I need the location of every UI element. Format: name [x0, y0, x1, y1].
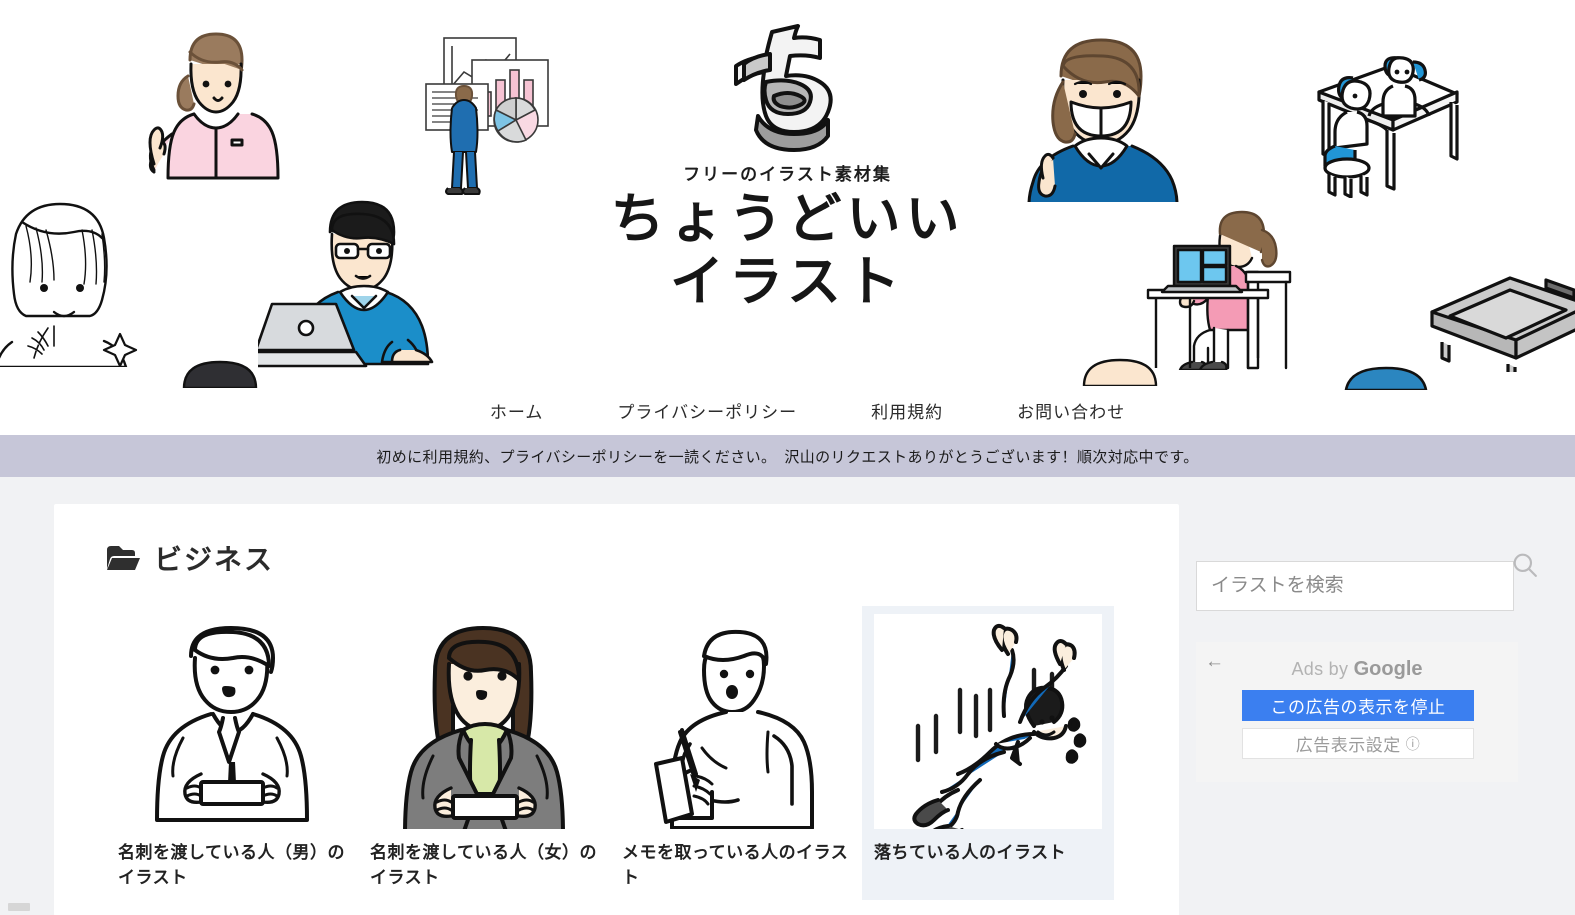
google-ad-overlay: ← Ads by Google この広告の表示を停止 広告表示設定 ⓘ	[1196, 642, 1518, 782]
illustration-thumbnail	[118, 614, 346, 829]
folder-open-icon	[107, 546, 140, 570]
illustration-thumbnail	[370, 614, 598, 829]
illustration-man-laptop	[258, 200, 434, 368]
art-businessman-business-card	[155, 626, 309, 822]
category-heading: ビジネス	[106, 538, 1137, 578]
nav-privacy-policy[interactable]: プライバシーポリシー	[617, 398, 797, 423]
main-navigation: ホーム プライバシーポリシー 利用規約 お問い合わせ	[0, 398, 1575, 423]
illustration-scanner-device	[1430, 276, 1575, 372]
notice-text: 初めに利用規約、プライバシーポリシーを一読ください。 沢山のリクエストありがとう…	[376, 448, 1199, 466]
ads-by-google-label: Ads by Google	[1196, 658, 1518, 681]
google-brand-text: Google	[1353, 658, 1423, 680]
illustration-data-presentation	[425, 37, 549, 195]
art-businesswoman-business-card	[403, 626, 565, 829]
illustration-caption: メモを取っている人のイラスト	[622, 843, 849, 887]
illustration-partial-bottom-shapes-2	[1082, 358, 1158, 386]
page-body: ビジネス 名刺を渡している人（男）のイラスト 名刺を渡している人（女）のイラスト…	[0, 477, 1575, 915]
illustration-caption: 落ちている人のイラスト	[874, 843, 1067, 862]
illustration-tile[interactable]: メモを取っている人のイラスト	[610, 606, 862, 900]
illustration-thumbnail	[622, 614, 850, 829]
ads-by-text: Ads by	[1291, 659, 1349, 679]
nav-terms[interactable]: 利用規約	[871, 398, 943, 423]
illustration-tile[interactable]: 名刺を渡している人（女）のイラスト	[358, 606, 610, 900]
illustration-partial-bottom-shapes-3	[1344, 366, 1428, 390]
site-header: フリーのイラスト素材集 ちょうどいい イラスト ホーム プライバシーポリシー 利…	[0, 0, 1575, 435]
nav-home[interactable]: ホーム	[490, 398, 544, 423]
stop-showing-ad-button[interactable]: この広告の表示を停止	[1242, 690, 1474, 721]
illustration-tile[interactable]: 落ちている人のイラスト	[862, 606, 1114, 901]
header-illustration-collage	[0, 0, 1575, 435]
notice-bar: 初めに利用規約、プライバシーポリシーを一読ください。 沢山のリクエストありがとう…	[0, 435, 1575, 477]
illustration-caption: 名刺を渡している人（女）のイラスト	[370, 843, 597, 887]
illustration-partial-bottom-shapes	[182, 360, 258, 388]
ad-settings-label: 広告表示設定	[1295, 736, 1401, 755]
illustration-tile[interactable]: 名刺を渡している人（男）のイラスト	[106, 606, 358, 900]
illustration-nurse-pointing	[148, 32, 280, 180]
illustration-grid: 名刺を渡している人（男）のイラスト 名刺を渡している人（女）のイラスト メモを取…	[106, 606, 1137, 901]
scroll-indicator[interactable]	[8, 903, 30, 911]
search-icon[interactable]	[1512, 552, 1538, 578]
art-person-taking-memo	[654, 629, 814, 829]
illustration-caption: 名刺を渡している人（男）のイラスト	[118, 843, 345, 887]
category-label: ビジネス	[154, 544, 275, 575]
category-content-card: ビジネス 名刺を渡している人（男）のイラスト 名刺を渡している人（女）のイラスト…	[54, 504, 1179, 915]
illustration-masked-businesswoman	[1027, 38, 1179, 202]
info-icon: ⓘ	[1405, 735, 1421, 752]
illustration-desk-pair-isometric	[1317, 56, 1459, 198]
nav-contact[interactable]: お問い合わせ	[1017, 398, 1125, 423]
search-input[interactable]	[1196, 561, 1514, 611]
search-widget	[1196, 553, 1537, 611]
page-layout: ビジネス 名刺を渡している人（男）のイラスト 名刺を渡している人（女）のイラスト…	[0, 504, 1575, 915]
ad-settings-button[interactable]: 広告表示設定 ⓘ	[1242, 728, 1474, 759]
art-falling-person	[912, 623, 1087, 829]
illustration-woman-lineart	[0, 202, 138, 367]
sidebar: ← Ads by Google この広告の表示を停止 広告表示設定 ⓘ	[1196, 504, 1537, 915]
illustration-video-call	[1146, 210, 1292, 370]
illustration-thumbnail	[874, 614, 1102, 829]
